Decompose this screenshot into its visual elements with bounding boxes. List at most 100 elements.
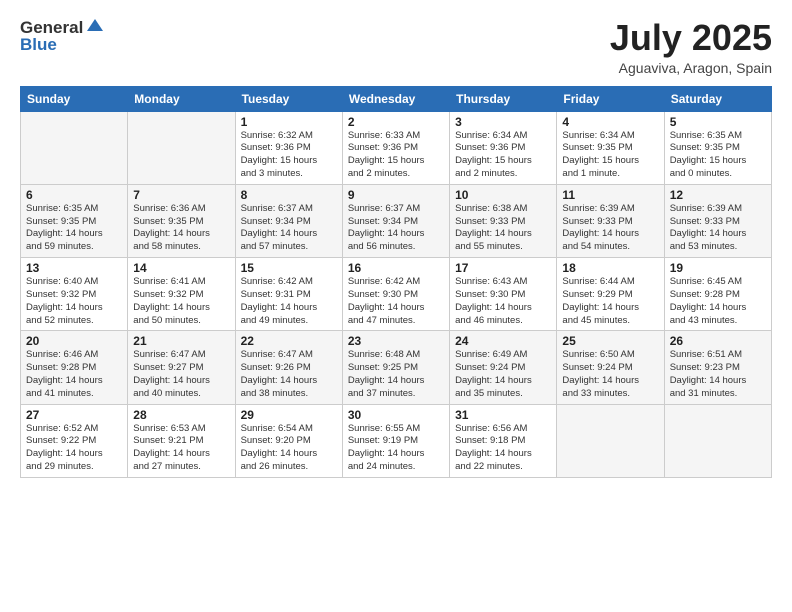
day-info: Sunrise: 6:35 AM Sunset: 9:35 PM Dayligh… bbox=[670, 130, 766, 181]
day-number: 3 bbox=[455, 115, 551, 129]
weekday-header-row: SundayMondayTuesdayWednesdayThursdayFrid… bbox=[21, 86, 772, 111]
calendar-cell: 5Sunrise: 6:35 AM Sunset: 9:35 PM Daylig… bbox=[664, 111, 771, 184]
day-info: Sunrise: 6:47 AM Sunset: 9:27 PM Dayligh… bbox=[133, 349, 229, 400]
day-number: 16 bbox=[348, 261, 444, 275]
calendar-cell: 16Sunrise: 6:42 AM Sunset: 9:30 PM Dayli… bbox=[342, 258, 449, 331]
calendar-cell: 18Sunrise: 6:44 AM Sunset: 9:29 PM Dayli… bbox=[557, 258, 664, 331]
day-number: 7 bbox=[133, 188, 229, 202]
day-info: Sunrise: 6:54 AM Sunset: 9:20 PM Dayligh… bbox=[241, 423, 337, 474]
day-info: Sunrise: 6:41 AM Sunset: 9:32 PM Dayligh… bbox=[133, 276, 229, 327]
day-info: Sunrise: 6:42 AM Sunset: 9:30 PM Dayligh… bbox=[348, 276, 444, 327]
week-row-1: 1Sunrise: 6:32 AM Sunset: 9:36 PM Daylig… bbox=[21, 111, 772, 184]
day-number: 19 bbox=[670, 261, 766, 275]
day-number: 14 bbox=[133, 261, 229, 275]
day-number: 6 bbox=[26, 188, 122, 202]
day-number: 22 bbox=[241, 334, 337, 348]
location: Aguaviva, Aragon, Spain bbox=[610, 60, 772, 76]
day-info: Sunrise: 6:56 AM Sunset: 9:18 PM Dayligh… bbox=[455, 423, 551, 474]
day-info: Sunrise: 6:42 AM Sunset: 9:31 PM Dayligh… bbox=[241, 276, 337, 327]
weekday-header-tuesday: Tuesday bbox=[235, 86, 342, 111]
day-number: 5 bbox=[670, 115, 766, 129]
day-info: Sunrise: 6:36 AM Sunset: 9:35 PM Dayligh… bbox=[133, 203, 229, 254]
week-row-2: 6Sunrise: 6:35 AM Sunset: 9:35 PM Daylig… bbox=[21, 184, 772, 257]
calendar-cell: 8Sunrise: 6:37 AM Sunset: 9:34 PM Daylig… bbox=[235, 184, 342, 257]
day-info: Sunrise: 6:46 AM Sunset: 9:28 PM Dayligh… bbox=[26, 349, 122, 400]
calendar-cell bbox=[664, 404, 771, 477]
calendar-cell: 13Sunrise: 6:40 AM Sunset: 9:32 PM Dayli… bbox=[21, 258, 128, 331]
day-info: Sunrise: 6:33 AM Sunset: 9:36 PM Dayligh… bbox=[348, 130, 444, 181]
day-number: 28 bbox=[133, 408, 229, 422]
calendar-cell bbox=[21, 111, 128, 184]
day-info: Sunrise: 6:32 AM Sunset: 9:36 PM Dayligh… bbox=[241, 130, 337, 181]
calendar-cell: 27Sunrise: 6:52 AM Sunset: 9:22 PM Dayli… bbox=[21, 404, 128, 477]
header: General Blue July 2025 Aguaviva, Aragon,… bbox=[20, 18, 772, 76]
weekday-header-sunday: Sunday bbox=[21, 86, 128, 111]
calendar-cell: 26Sunrise: 6:51 AM Sunset: 9:23 PM Dayli… bbox=[664, 331, 771, 404]
day-info: Sunrise: 6:38 AM Sunset: 9:33 PM Dayligh… bbox=[455, 203, 551, 254]
day-number: 12 bbox=[670, 188, 766, 202]
logo-blue-text: Blue bbox=[20, 35, 105, 55]
calendar-cell: 24Sunrise: 6:49 AM Sunset: 9:24 PM Dayli… bbox=[450, 331, 557, 404]
day-number: 23 bbox=[348, 334, 444, 348]
day-info: Sunrise: 6:39 AM Sunset: 9:33 PM Dayligh… bbox=[562, 203, 658, 254]
week-row-3: 13Sunrise: 6:40 AM Sunset: 9:32 PM Dayli… bbox=[21, 258, 772, 331]
day-number: 18 bbox=[562, 261, 658, 275]
weekday-header-wednesday: Wednesday bbox=[342, 86, 449, 111]
day-info: Sunrise: 6:40 AM Sunset: 9:32 PM Dayligh… bbox=[26, 276, 122, 327]
calendar-cell: 25Sunrise: 6:50 AM Sunset: 9:24 PM Dayli… bbox=[557, 331, 664, 404]
day-info: Sunrise: 6:47 AM Sunset: 9:26 PM Dayligh… bbox=[241, 349, 337, 400]
day-number: 13 bbox=[26, 261, 122, 275]
day-info: Sunrise: 6:37 AM Sunset: 9:34 PM Dayligh… bbox=[241, 203, 337, 254]
week-row-5: 27Sunrise: 6:52 AM Sunset: 9:22 PM Dayli… bbox=[21, 404, 772, 477]
day-number: 20 bbox=[26, 334, 122, 348]
day-number: 31 bbox=[455, 408, 551, 422]
day-info: Sunrise: 6:39 AM Sunset: 9:33 PM Dayligh… bbox=[670, 203, 766, 254]
day-number: 24 bbox=[455, 334, 551, 348]
calendar-cell bbox=[128, 111, 235, 184]
weekday-header-saturday: Saturday bbox=[664, 86, 771, 111]
day-info: Sunrise: 6:43 AM Sunset: 9:30 PM Dayligh… bbox=[455, 276, 551, 327]
calendar-cell: 20Sunrise: 6:46 AM Sunset: 9:28 PM Dayli… bbox=[21, 331, 128, 404]
calendar-cell: 21Sunrise: 6:47 AM Sunset: 9:27 PM Dayli… bbox=[128, 331, 235, 404]
calendar-cell: 2Sunrise: 6:33 AM Sunset: 9:36 PM Daylig… bbox=[342, 111, 449, 184]
day-number: 30 bbox=[348, 408, 444, 422]
day-number: 25 bbox=[562, 334, 658, 348]
calendar-cell: 15Sunrise: 6:42 AM Sunset: 9:31 PM Dayli… bbox=[235, 258, 342, 331]
day-info: Sunrise: 6:52 AM Sunset: 9:22 PM Dayligh… bbox=[26, 423, 122, 474]
weekday-header-monday: Monday bbox=[128, 86, 235, 111]
logo: General Blue bbox=[20, 18, 105, 55]
day-number: 29 bbox=[241, 408, 337, 422]
week-row-4: 20Sunrise: 6:46 AM Sunset: 9:28 PM Dayli… bbox=[21, 331, 772, 404]
day-info: Sunrise: 6:34 AM Sunset: 9:36 PM Dayligh… bbox=[455, 130, 551, 181]
day-number: 9 bbox=[348, 188, 444, 202]
calendar-cell: 7Sunrise: 6:36 AM Sunset: 9:35 PM Daylig… bbox=[128, 184, 235, 257]
calendar-cell bbox=[557, 404, 664, 477]
day-number: 4 bbox=[562, 115, 658, 129]
calendar-cell: 11Sunrise: 6:39 AM Sunset: 9:33 PM Dayli… bbox=[557, 184, 664, 257]
day-info: Sunrise: 6:44 AM Sunset: 9:29 PM Dayligh… bbox=[562, 276, 658, 327]
day-number: 15 bbox=[241, 261, 337, 275]
calendar-cell: 31Sunrise: 6:56 AM Sunset: 9:18 PM Dayli… bbox=[450, 404, 557, 477]
day-info: Sunrise: 6:37 AM Sunset: 9:34 PM Dayligh… bbox=[348, 203, 444, 254]
calendar-cell: 28Sunrise: 6:53 AM Sunset: 9:21 PM Dayli… bbox=[128, 404, 235, 477]
calendar-cell: 29Sunrise: 6:54 AM Sunset: 9:20 PM Dayli… bbox=[235, 404, 342, 477]
calendar-table: SundayMondayTuesdayWednesdayThursdayFrid… bbox=[20, 86, 772, 478]
calendar-cell: 12Sunrise: 6:39 AM Sunset: 9:33 PM Dayli… bbox=[664, 184, 771, 257]
calendar-cell: 14Sunrise: 6:41 AM Sunset: 9:32 PM Dayli… bbox=[128, 258, 235, 331]
logo-icon bbox=[85, 17, 105, 37]
day-info: Sunrise: 6:51 AM Sunset: 9:23 PM Dayligh… bbox=[670, 349, 766, 400]
day-info: Sunrise: 6:53 AM Sunset: 9:21 PM Dayligh… bbox=[133, 423, 229, 474]
calendar-page: General Blue July 2025 Aguaviva, Aragon,… bbox=[0, 0, 792, 612]
day-info: Sunrise: 6:45 AM Sunset: 9:28 PM Dayligh… bbox=[670, 276, 766, 327]
day-info: Sunrise: 6:49 AM Sunset: 9:24 PM Dayligh… bbox=[455, 349, 551, 400]
day-number: 27 bbox=[26, 408, 122, 422]
calendar-cell: 1Sunrise: 6:32 AM Sunset: 9:36 PM Daylig… bbox=[235, 111, 342, 184]
calendar-cell: 19Sunrise: 6:45 AM Sunset: 9:28 PM Dayli… bbox=[664, 258, 771, 331]
weekday-header-friday: Friday bbox=[557, 86, 664, 111]
day-number: 10 bbox=[455, 188, 551, 202]
day-number: 11 bbox=[562, 188, 658, 202]
day-number: 17 bbox=[455, 261, 551, 275]
day-info: Sunrise: 6:48 AM Sunset: 9:25 PM Dayligh… bbox=[348, 349, 444, 400]
title-block: July 2025 Aguaviva, Aragon, Spain bbox=[610, 18, 772, 76]
day-info: Sunrise: 6:55 AM Sunset: 9:19 PM Dayligh… bbox=[348, 423, 444, 474]
